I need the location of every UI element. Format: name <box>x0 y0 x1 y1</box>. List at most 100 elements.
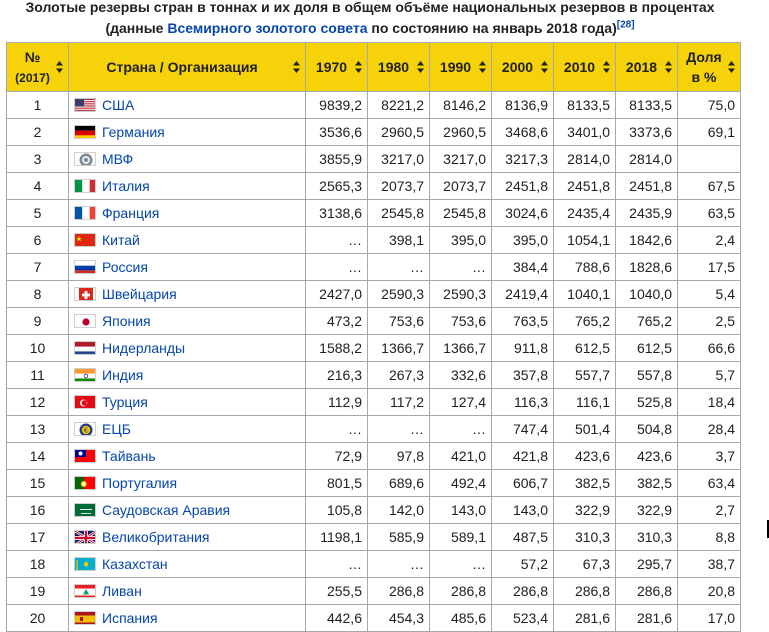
header-share[interactable]: Доляв % <box>678 43 741 92</box>
reserve-cell-1990: 421,0 <box>430 443 492 470</box>
reserve-cell-2018: 765,2 <box>616 308 678 335</box>
reserve-cell-1980: 97,8 <box>368 443 430 470</box>
reserve-cell-2010: 322,9 <box>554 497 616 524</box>
table-row: 6Китай…398,1395,0395,01054,11842,62,4 <box>7 227 741 254</box>
country-link[interactable]: Турция <box>102 394 148 410</box>
reserve-cell-1970: 216,3 <box>306 362 368 389</box>
country-link[interactable]: Россия <box>102 259 148 275</box>
sort-icon[interactable] <box>479 60 486 74</box>
sort-icon[interactable] <box>665 60 672 74</box>
reserve-cell-2000: 3217,3 <box>492 146 554 173</box>
share-cell: 3,7 <box>678 443 741 470</box>
reserve-cell-2018: 423,6 <box>616 443 678 470</box>
reserve-cell-2010: 8133,5 <box>554 92 616 119</box>
reserve-cell-2010: 67,3 <box>554 551 616 578</box>
reserve-cell-2010: 788,6 <box>554 254 616 281</box>
caption-title: Золотые резервы стран в тоннах и их доля… <box>0 0 740 18</box>
reserve-cell-1980: 142,0 <box>368 497 430 524</box>
table-row: 9Япония473,2753,6753,6763,5765,2765,22,5 <box>7 308 741 335</box>
table-row: 2Германия3536,62960,52960,53468,63401,03… <box>7 119 741 146</box>
rank-cell: 8 <box>7 281 69 308</box>
country-link[interactable]: Япония <box>102 313 151 329</box>
header-country[interactable]: Страна / Организация <box>69 43 306 92</box>
share-cell: 8,8 <box>678 524 741 551</box>
table-row: 3МВФ3855,93217,03217,03217,32814,02814,0 <box>7 146 741 173</box>
sort-icon[interactable] <box>728 60 735 74</box>
reserve-cell-2000: 911,8 <box>492 335 554 362</box>
reserve-cell-2018: 382,5 <box>616 470 678 497</box>
rank-cell: 12 <box>7 389 69 416</box>
table-row: 5Франция3138,62545,82545,83024,62435,424… <box>7 200 741 227</box>
reserve-cell-1990: … <box>430 416 492 443</box>
svg-text:€: € <box>84 427 88 435</box>
country-link[interactable]: Португалия <box>102 475 177 491</box>
sort-icon[interactable] <box>541 60 548 74</box>
reserve-cell-1970: … <box>306 227 368 254</box>
reserve-cell-2018: 557,8 <box>616 362 678 389</box>
reserve-cell-1970: … <box>306 254 368 281</box>
reserve-cell-1980: … <box>368 551 430 578</box>
country-link[interactable]: Нидерланды <box>102 340 185 356</box>
country-link[interactable]: США <box>102 97 134 113</box>
country-link[interactable]: Китай <box>102 232 140 248</box>
rank-cell: 6 <box>7 227 69 254</box>
share-cell: 63,4 <box>678 470 741 497</box>
sort-icon[interactable] <box>603 60 610 74</box>
share-cell: 38,7 <box>678 551 741 578</box>
country-link[interactable]: Швейцария <box>102 286 177 302</box>
reserve-cell-2010: 612,5 <box>554 335 616 362</box>
header-1970[interactable]: 1970 <box>306 43 368 92</box>
reserve-cell-1990: 753,6 <box>430 308 492 335</box>
country-link[interactable]: Казахстан <box>102 556 168 572</box>
country-link[interactable]: Италия <box>102 178 150 194</box>
country-link[interactable]: Ливан <box>102 583 142 599</box>
header-1980[interactable]: 1980 <box>368 43 430 92</box>
reserve-cell-2010: 116,1 <box>554 389 616 416</box>
reserve-cell-2018: 2435,9 <box>616 200 678 227</box>
country-cell: Испания <box>69 605 306 632</box>
country-link[interactable]: Великобритания <box>102 529 210 545</box>
sort-icon[interactable] <box>56 60 63 74</box>
reserve-cell-1970: … <box>306 551 368 578</box>
country-link[interactable]: Индия <box>102 367 143 383</box>
reserve-cell-2018: 2814,0 <box>616 146 678 173</box>
share-cell: 2,4 <box>678 227 741 254</box>
rank-cell: 1 <box>7 92 69 119</box>
cn-flag-icon <box>74 233 96 247</box>
rank-cell: 9 <box>7 308 69 335</box>
country-link[interactable]: Тайвань <box>102 448 156 464</box>
reserve-cell-2000: 3024,6 <box>492 200 554 227</box>
country-link[interactable]: Германия <box>102 124 165 140</box>
world-gold-council-link[interactable]: Всемирного золотого совета <box>167 20 367 36</box>
header-2000[interactable]: 2000 <box>492 43 554 92</box>
reserve-cell-1980: 2073,7 <box>368 173 430 200</box>
table-row: 1США9839,28221,28146,28136,98133,58133,5… <box>7 92 741 119</box>
sort-icon[interactable] <box>417 60 424 74</box>
reserve-cell-2018: 1842,6 <box>616 227 678 254</box>
country-link[interactable]: МВФ <box>102 151 133 167</box>
country-link[interactable]: Саудовская Аравия <box>102 502 230 518</box>
header-share-unit: в % <box>692 69 717 85</box>
country-link[interactable]: Испания <box>102 610 158 626</box>
sort-icon[interactable] <box>355 60 362 74</box>
reference-link[interactable]: [28] <box>617 19 635 30</box>
rank-cell: 15 <box>7 470 69 497</box>
rank-cell: 11 <box>7 362 69 389</box>
caption-prefix: (данные <box>105 20 167 36</box>
country-link[interactable]: Франция <box>102 205 159 221</box>
header-2010[interactable]: 2010 <box>554 43 616 92</box>
reserve-cell-2000: 523,4 <box>492 605 554 632</box>
header-rank[interactable]: №(2017) <box>7 43 69 92</box>
share-cell: 2,7 <box>678 497 741 524</box>
reserve-cell-2000: 357,8 <box>492 362 554 389</box>
header-2018[interactable]: 2018 <box>616 43 678 92</box>
reserve-cell-1980: 1366,7 <box>368 335 430 362</box>
country-cell: МВФ <box>69 146 306 173</box>
reserve-cell-1980: 2590,3 <box>368 281 430 308</box>
header-1990[interactable]: 1990 <box>430 43 492 92</box>
reserve-cell-1990: 395,0 <box>430 227 492 254</box>
reserve-cell-1990: 8146,2 <box>430 92 492 119</box>
sort-icon[interactable] <box>293 60 300 74</box>
table-row: 7Россия………384,4788,61828,617,5 <box>7 254 741 281</box>
country-link[interactable]: ЕЦБ <box>102 421 131 437</box>
